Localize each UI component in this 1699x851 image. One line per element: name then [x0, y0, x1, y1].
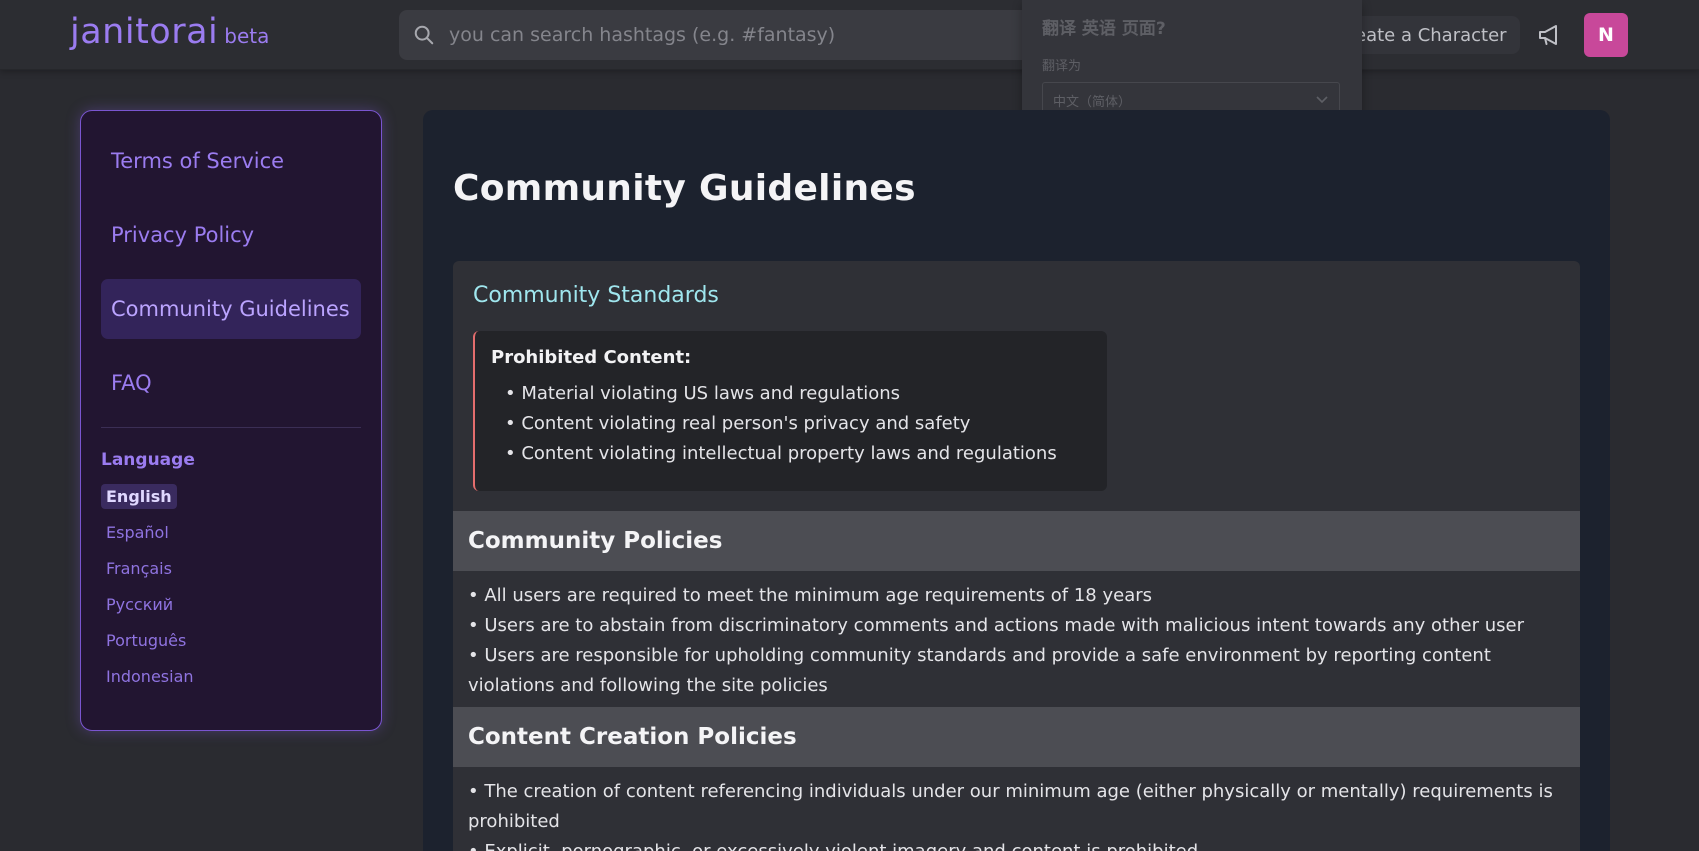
- translate-popup-title: 翻译 英语 页面?: [1042, 19, 1166, 39]
- list-item: • All users are required to meet the min…: [468, 585, 1153, 606]
- sidebar: Terms of Service Privacy Policy Communit…: [80, 110, 382, 731]
- list-item: • The creation of content referencing in…: [468, 781, 1553, 832]
- language-option-indonesian[interactable]: Indonesian: [101, 664, 199, 689]
- top-header: janitorai beta Create a Character N: [0, 0, 1699, 70]
- megaphone-icon: [1539, 25, 1557, 45]
- sidebar-item-terms-of-service[interactable]: Terms of Service: [101, 131, 361, 191]
- sidebar-divider: [101, 427, 361, 428]
- list-item: • Material violating US laws and regulat…: [505, 383, 901, 404]
- user-avatar[interactable]: N: [1584, 13, 1628, 57]
- translate-selected-language: 中文（简体）: [1053, 94, 1132, 110]
- list-item: • Users are to abstain from discriminato…: [468, 615, 1524, 636]
- search-icon: [414, 25, 434, 45]
- chevron-down-icon: [1316, 96, 1328, 104]
- prohibited-content-title: Prohibited Content:: [491, 347, 692, 368]
- language-option-portugues[interactable]: Português: [101, 628, 191, 653]
- sidebar-item-community-guidelines[interactable]: Community Guidelines: [101, 279, 361, 339]
- translate-target-label: 翻译为: [1042, 59, 1082, 74]
- list-item: • Content violating real person's privac…: [505, 413, 971, 434]
- announcement-button[interactable]: [1535, 20, 1565, 50]
- language-option-english[interactable]: English: [101, 484, 177, 509]
- main-content: Community Guidelines Community Standards…: [423, 110, 1610, 851]
- prohibited-content-box: Prohibited Content: • Material violating…: [473, 331, 1107, 491]
- page-title: Community Guidelines: [453, 168, 916, 209]
- community-policies-heading: Community Policies: [453, 511, 1580, 571]
- sidebar-item-faq[interactable]: FAQ: [101, 353, 361, 413]
- language-option-francais[interactable]: Français: [101, 556, 177, 581]
- logo[interactable]: janitorai beta: [70, 12, 269, 52]
- language-option-russian[interactable]: Русский: [101, 592, 178, 617]
- sidebar-item-privacy-policy[interactable]: Privacy Policy: [101, 205, 361, 265]
- search-input[interactable]: [449, 24, 1009, 46]
- community-policies-body: • All users are required to meet the min…: [468, 581, 1568, 701]
- logo-beta-tag: beta: [224, 24, 270, 48]
- list-item: • Users are responsible for upholding co…: [468, 645, 1491, 696]
- list-item: • Explicit, pornographic, or excessively…: [468, 837, 1568, 851]
- list-item: • Content violating intellectual propert…: [505, 443, 1057, 464]
- language-option-espanol[interactable]: Español: [101, 520, 174, 545]
- community-standards-title: Community Standards: [473, 283, 719, 308]
- logo-text: janitorai: [70, 12, 219, 52]
- content-creation-policies-heading: Content Creation Policies: [453, 707, 1580, 767]
- content-creation-policies-body: • The creation of content referencing in…: [468, 777, 1568, 851]
- language-heading: Language: [101, 450, 195, 470]
- guidelines-card: Community Standards Prohibited Content: …: [453, 261, 1580, 851]
